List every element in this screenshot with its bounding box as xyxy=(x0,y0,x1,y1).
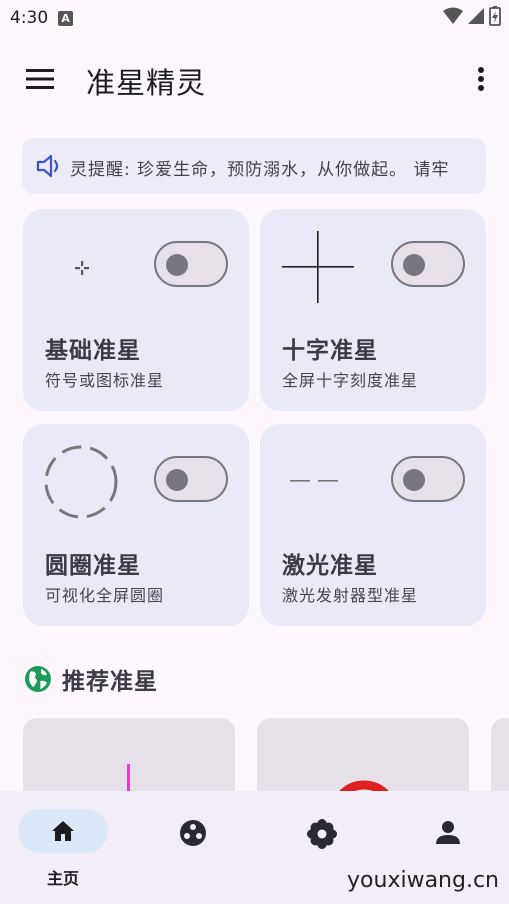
home-icon xyxy=(52,821,74,841)
basic-toggle[interactable] xyxy=(154,241,228,287)
battery-icon xyxy=(489,6,501,26)
card-title: 十字准星 xyxy=(282,338,378,364)
card-title: 圆圈准星 xyxy=(45,553,141,579)
cross-crosshair-icon xyxy=(282,231,354,303)
watermark: youxiwang.cn xyxy=(347,868,499,893)
game-icon xyxy=(180,820,206,846)
status-indicators xyxy=(443,6,501,26)
card-basic-crosshair[interactable]: 基础准星 符号或图标准星 xyxy=(23,209,249,411)
toggle-thumb xyxy=(403,254,425,276)
nav-game[interactable] xyxy=(146,809,236,889)
card-subtitle: 可视化全屏圆圈 xyxy=(45,586,165,605)
card-cross-crosshair[interactable]: 十字准星 全屏十字刻度准星 xyxy=(260,209,486,411)
laser-line-icon xyxy=(290,480,338,482)
recommended-header: 推荐准星 xyxy=(24,662,158,696)
notice-banner[interactable]: 灵提醒: 珍爱生命，预防溺水，从你做起。 请牢 xyxy=(22,138,486,194)
card-laser-crosshair[interactable]: 激光准星 激光发射器型准星 xyxy=(260,424,486,626)
flower-settings-icon xyxy=(307,819,337,849)
globe-icon xyxy=(25,666,51,692)
toggle-thumb xyxy=(166,254,188,276)
dot-crosshair-icon xyxy=(75,261,89,275)
toggle-thumb xyxy=(166,469,188,491)
card-subtitle: 符号或图标准星 xyxy=(45,371,165,390)
speaker-icon xyxy=(36,154,59,178)
status-bar: 4:30 A xyxy=(0,0,509,36)
circle-toggle[interactable] xyxy=(154,456,228,502)
hamburger-menu-icon[interactable] xyxy=(26,69,54,89)
notice-text: 灵提醒: 珍爱生命，预防溺水，从你做起。 请牢 xyxy=(70,160,450,180)
app-title: 准星精灵 xyxy=(86,66,207,100)
more-vert-icon[interactable] xyxy=(477,66,485,92)
nav-label: 主页 xyxy=(46,869,79,888)
nav-home[interactable]: 主页 xyxy=(18,809,108,889)
toggle-thumb xyxy=(403,469,425,491)
card-circle-crosshair[interactable]: 圆圈准星 可视化全屏圆圈 xyxy=(23,424,249,626)
status-time: 4:30 xyxy=(10,8,49,28)
laser-toggle[interactable] xyxy=(391,456,465,502)
card-subtitle: 激光发射器型准星 xyxy=(282,586,419,605)
wifi-icon xyxy=(443,7,463,24)
card-title: 激光准星 xyxy=(282,553,378,579)
cross-toggle[interactable] xyxy=(391,241,465,287)
person-icon xyxy=(436,821,460,844)
app-bar: 准星精灵 xyxy=(0,48,509,112)
card-title: 基础准星 xyxy=(45,338,141,364)
card-subtitle: 全屏十字刻度准星 xyxy=(282,371,419,390)
signal-icon xyxy=(468,8,484,24)
dashed-circle-icon xyxy=(44,445,118,519)
section-title: 推荐准星 xyxy=(62,669,158,695)
notification-a-icon: A xyxy=(58,10,74,26)
